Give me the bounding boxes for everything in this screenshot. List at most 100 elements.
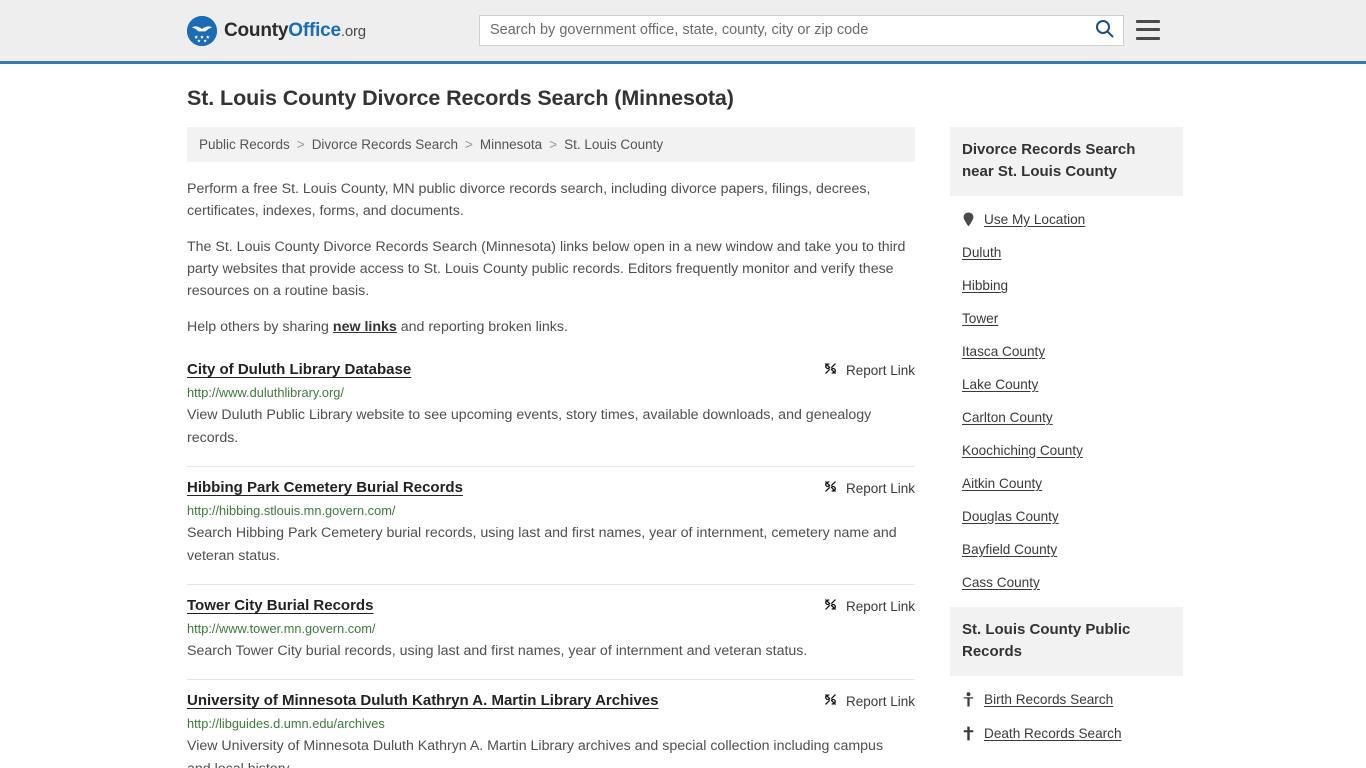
sidebar-link[interactable]: Birth Records Search bbox=[984, 692, 1113, 707]
header-inner: CountyOffice.org bbox=[183, 0, 1183, 63]
result-header: University of Minnesota Duluth Kathryn A… bbox=[187, 691, 915, 711]
result-title-link[interactable]: City of Duluth Library Database bbox=[187, 360, 411, 380]
sidebar-item-bayfield-county[interactable]: Bayfield County bbox=[950, 533, 1183, 566]
sidebar-item-tower[interactable]: Tower bbox=[950, 302, 1183, 335]
sidebar-item-aitkin-county[interactable]: Aitkin County bbox=[950, 467, 1183, 500]
result-header: City of Duluth Library Database Report L… bbox=[187, 360, 915, 380]
report-link-button[interactable]: Report Link bbox=[823, 479, 915, 497]
sidebar-nearby-list: Use My Location Duluth Hibbing Tower Ita… bbox=[950, 196, 1183, 599]
logo-text-office: Office bbox=[288, 19, 341, 41]
main-column: Public Records > Divorce Records Search … bbox=[187, 127, 915, 768]
intro-paragraph-3: Help others by sharing new links and rep… bbox=[187, 316, 915, 338]
sidebar-link[interactable]: Carlton County bbox=[962, 410, 1053, 425]
result-title-link[interactable]: Tower City Burial Records bbox=[187, 596, 373, 616]
site-logo[interactable]: CountyOffice.org bbox=[187, 15, 366, 46]
result-item: Tower City Burial Records Report Link ht… bbox=[187, 585, 915, 680]
hamburger-bar bbox=[1136, 36, 1160, 40]
breadcrumb-item-st-louis-county: St. Louis County bbox=[564, 137, 664, 152]
hamburger-bar bbox=[1136, 19, 1160, 23]
result-item: University of Minnesota Duluth Kathryn A… bbox=[187, 680, 915, 768]
sidebar-item-lake-county[interactable]: Lake County bbox=[950, 368, 1183, 401]
site-header: CountyOffice.org bbox=[0, 0, 1366, 64]
report-link-label: Report Link bbox=[845, 362, 915, 378]
hamburger-bar bbox=[1136, 28, 1160, 31]
breadcrumb-separator: > bbox=[549, 137, 558, 152]
logo-text-org: .org bbox=[340, 22, 366, 40]
site-logo-text: CountyOffice.org bbox=[224, 20, 366, 42]
search-icon bbox=[1095, 19, 1114, 41]
sidebar-item-douglas-county[interactable]: Douglas County bbox=[950, 500, 1183, 533]
sidebar-item-cass-county[interactable]: Cass County bbox=[950, 566, 1183, 599]
hamburger-menu-icon[interactable] bbox=[1136, 18, 1160, 42]
broken-link-icon bbox=[823, 597, 838, 615]
broken-link-icon bbox=[823, 479, 838, 497]
search-button[interactable] bbox=[1085, 16, 1123, 45]
result-url: http://www.duluthlibrary.org/ bbox=[187, 385, 344, 400]
breadcrumb-separator: > bbox=[296, 137, 305, 152]
sidebar-link[interactable]: Tower bbox=[962, 311, 998, 326]
breadcrumb-separator: > bbox=[465, 137, 473, 152]
result-header: Tower City Burial Records Report Link bbox=[187, 596, 915, 616]
breadcrumb-item-divorce-records-search[interactable]: Divorce Records Search bbox=[312, 137, 458, 152]
sidebar-link[interactable]: Douglas County bbox=[962, 509, 1059, 524]
intro-text: Perform a free St. Louis County, MN publ… bbox=[187, 178, 915, 338]
intro-p3-before: Help others by sharing bbox=[187, 319, 333, 335]
result-title-link[interactable]: Hibbing Park Cemetery Burial Records bbox=[187, 478, 463, 498]
breadcrumb-item-public-records[interactable]: Public Records bbox=[199, 137, 290, 152]
search-bar[interactable] bbox=[479, 14, 1124, 46]
sidebar-link[interactable]: Hibbing bbox=[962, 278, 1008, 293]
sidebar: Divorce Records Search near St. Louis Co… bbox=[950, 127, 1183, 758]
result-url: http://www.tower.mn.govern.com/ bbox=[187, 621, 376, 636]
breadcrumb: Public Records > Divorce Records Search … bbox=[187, 127, 915, 162]
sidebar-link[interactable]: Itasca County bbox=[962, 344, 1045, 359]
sidebar-public-records-heading: St. Louis County Public Records bbox=[950, 607, 1183, 676]
sidebar-item-itasca-county[interactable]: Itasca County bbox=[950, 335, 1183, 368]
intro-paragraph-1: Perform a free St. Louis County, MN publ… bbox=[187, 181, 871, 219]
sidebar-item-duluth[interactable]: Duluth bbox=[950, 236, 1183, 269]
sidebar-link[interactable]: Use My Location bbox=[984, 212, 1085, 227]
broken-link-icon bbox=[823, 361, 838, 379]
sidebar-link[interactable]: Aitkin County bbox=[962, 476, 1042, 491]
result-header: Hibbing Park Cemetery Burial Records Rep… bbox=[187, 478, 915, 498]
result-description: View Duluth Public Library website to se… bbox=[187, 407, 872, 446]
eagle-shield-logo-icon bbox=[187, 15, 217, 46]
result-description: Search Hibbing Park Cemetery burial reco… bbox=[187, 525, 897, 564]
sidebar-item-birth-records-search[interactable]: Birth Records Search bbox=[950, 682, 1183, 716]
sidebar-link[interactable]: Death Records Search bbox=[984, 726, 1122, 741]
sidebar-item-carlton-county[interactable]: Carlton County bbox=[950, 401, 1183, 434]
baby-icon bbox=[962, 691, 975, 707]
result-description: View University of Minnesota Duluth Kath… bbox=[187, 738, 884, 768]
sidebar-link[interactable]: Cass County bbox=[962, 575, 1040, 590]
result-url: http://libguides.d.umn.edu/archives bbox=[187, 716, 385, 731]
report-link-button[interactable]: Report Link bbox=[823, 361, 915, 379]
report-link-label: Report Link bbox=[845, 480, 915, 496]
intro-p3-after: and reporting broken links. bbox=[396, 319, 568, 335]
broken-link-icon bbox=[823, 692, 838, 710]
report-link-label: Report Link bbox=[845, 598, 915, 614]
map-pin-icon bbox=[962, 211, 975, 227]
logo-text-county: County bbox=[224, 19, 289, 41]
sidebar-item-use-my-location[interactable]: Use My Location bbox=[950, 202, 1183, 236]
sidebar-item-koochiching-county[interactable]: Koochiching County bbox=[950, 434, 1183, 467]
sidebar-public-records-list: Birth Records Search Death Records Searc… bbox=[950, 676, 1183, 750]
sidebar-item-hibbing[interactable]: Hibbing bbox=[950, 269, 1183, 302]
sidebar-public-records-box: St. Louis County Public Records Birth Re… bbox=[950, 607, 1183, 750]
content-columns: Public Records > Divorce Records Search … bbox=[183, 127, 1183, 768]
sidebar-link[interactable]: Lake County bbox=[962, 377, 1038, 392]
sidebar-link[interactable]: Bayfield County bbox=[962, 542, 1057, 557]
sidebar-link[interactable]: Duluth bbox=[962, 245, 1001, 260]
new-links-link[interactable]: new links bbox=[333, 319, 397, 335]
search-input[interactable] bbox=[480, 15, 1085, 45]
grave-cross-icon bbox=[962, 725, 975, 741]
report-link-button[interactable]: Report Link bbox=[823, 692, 915, 710]
results-list: City of Duluth Library Database Report L… bbox=[187, 352, 915, 768]
sidebar-item-death-records-search[interactable]: Death Records Search bbox=[950, 716, 1183, 750]
breadcrumb-item-minnesota[interactable]: Minnesota bbox=[480, 137, 542, 152]
sidebar-link[interactable]: Koochiching County bbox=[962, 443, 1083, 458]
report-link-button[interactable]: Report Link bbox=[823, 597, 915, 615]
page-container: St. Louis County Divorce Records Search … bbox=[183, 64, 1183, 768]
result-item: City of Duluth Library Database Report L… bbox=[187, 352, 915, 467]
result-title-link[interactable]: University of Minnesota Duluth Kathryn A… bbox=[187, 691, 658, 711]
sidebar-nearby-box: Divorce Records Search near St. Louis Co… bbox=[950, 127, 1183, 599]
result-url: http://hibbing.stlouis.mn.govern.com/ bbox=[187, 503, 396, 518]
